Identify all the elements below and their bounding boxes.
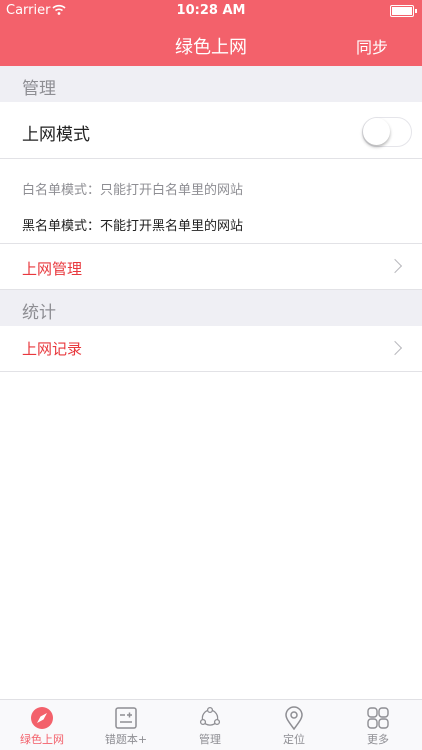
tab-label: 定位 <box>283 733 305 746</box>
tab-wrong-questions[interactable]: 错题本+ <box>84 700 168 750</box>
share-network-icon <box>199 706 221 726</box>
mode-row: 上网模式 <box>0 102 422 159</box>
battery-icon <box>390 5 417 17</box>
compass-icon <box>31 707 53 729</box>
tab-green-internet[interactable]: 绿色上网 <box>0 700 84 750</box>
whitelist-description: 白名单模式：只能打开白名单里的网站 <box>22 183 244 198</box>
records-link-row[interactable]: 上网记录 <box>0 326 422 372</box>
notebook-icon <box>115 707 137 729</box>
toggle-knob <box>363 118 390 145</box>
blacklist-description: 黑名单模式：不能打开黑名单里的网站 <box>22 219 244 234</box>
manage-link-row[interactable]: 上网管理 <box>0 244 422 290</box>
tab-location[interactable]: 定位 <box>252 700 336 750</box>
manage-link-label: 上网管理 <box>22 260 83 278</box>
grid-icon <box>367 707 389 729</box>
records-link-label: 上网记录 <box>22 340 83 358</box>
sync-button[interactable]: 同步 <box>356 34 388 58</box>
chevron-right-icon <box>387 258 403 273</box>
chevron-right-icon <box>387 340 403 355</box>
tab-label: 绿色上网 <box>20 733 64 746</box>
tab-label: 管理 <box>199 733 221 746</box>
section-label: 统计 <box>22 303 56 323</box>
section-label: 管理 <box>22 79 56 99</box>
tab-bar: 绿色上网 错题本+ 管理 定位 更多 <box>0 699 422 750</box>
status-bar: Carrier 10:28 AM <box>0 0 422 22</box>
tab-label: 错题本+ <box>104 733 148 746</box>
mode-label: 上网模式 <box>22 125 90 145</box>
mode-toggle[interactable] <box>362 117 412 147</box>
section-header-stats: 统计 <box>0 290 422 326</box>
section-header-manage: 管理 <box>0 66 422 102</box>
nav-bar: Carrier 10:28 AM 绿色上网 同步 <box>0 0 422 66</box>
location-pin-icon <box>285 706 303 730</box>
mode-description-row: 白名单模式：只能打开白名单里的网站 黑名单模式：不能打开黑名单里的网站 <box>0 159 422 244</box>
tab-manage[interactable]: 管理 <box>168 700 252 750</box>
status-time: 10:28 AM <box>176 3 246 18</box>
tab-more[interactable]: 更多 <box>336 700 420 750</box>
tab-label: 更多 <box>367 733 389 746</box>
